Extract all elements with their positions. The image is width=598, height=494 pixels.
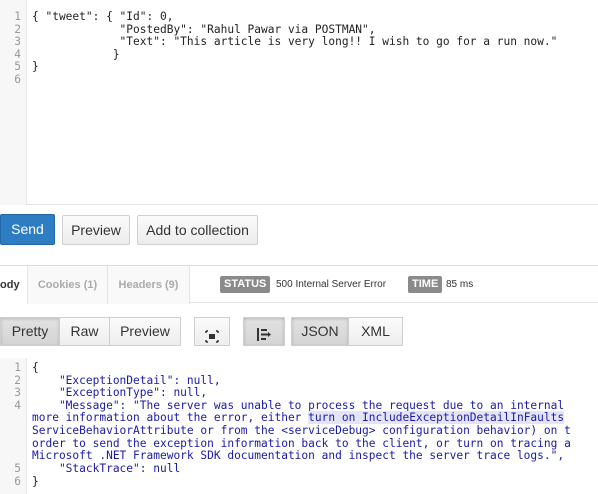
add-to-collection-button[interactable]: Add to collection — [137, 215, 258, 245]
line-number: 1 — [14, 361, 21, 374]
time-badge: TIME — [408, 276, 443, 293]
json-button[interactable]: JSON — [291, 317, 349, 346]
highlighted-text: turn on IncludeExceptionDetailInFaults — [308, 411, 565, 425]
response-preview-button[interactable]: Preview — [109, 317, 181, 346]
line-number: 6 — [14, 73, 21, 86]
xml-button[interactable]: XML — [348, 317, 403, 346]
pretty-button[interactable]: Pretty — [0, 317, 60, 346]
code-text: more information about the error, either — [32, 411, 309, 425]
raw-button[interactable]: Raw — [59, 317, 110, 346]
fullscreen-button[interactable] — [194, 317, 230, 346]
code-line: "ExceptionType": null, — [32, 386, 208, 400]
response-header: ody Cookies (1) Headers (9) STATUS 500 I… — [0, 265, 598, 304]
code-line: { "tweet": { "Id": 0, — [32, 10, 174, 23]
code-line: Microsoft .NET Framework SDK documentati… — [32, 449, 565, 463]
line-number: 4 — [14, 398, 21, 412]
code-line: "Text": "This article is very long!! I w… — [32, 35, 558, 49]
status-value: 500 Internal Server Error — [276, 279, 387, 290]
line-number: 6 — [14, 474, 21, 488]
code-line: } — [32, 60, 39, 74]
code-line: } — [32, 474, 39, 488]
line-number: 3 — [14, 386, 21, 400]
time-value: 85 ms — [446, 279, 474, 290]
wrap-lines-icon — [256, 324, 272, 351]
code-line: { — [32, 361, 39, 374]
line-number: 5 — [14, 462, 21, 475]
code-line: } — [32, 47, 120, 61]
line-number: 3 — [14, 35, 21, 49]
code-line: ServiceBehaviorAttribute or from the <se… — [32, 424, 571, 437]
request-body-editor[interactable]: 1 2 3 4 5 6 { "tweet": { "Id": 0, "Poste… — [0, 0, 598, 205]
response-line-gutter: 1 2 3 4 5 6 — [0, 358, 27, 494]
tab-body[interactable]: ody — [0, 266, 28, 304]
tab-headers[interactable]: Headers (9) — [108, 266, 190, 304]
line-number: 1 — [14, 10, 21, 23]
request-line-gutter: 1 2 3 4 5 6 — [0, 0, 27, 205]
tab-cookies[interactable]: Cookies (1) — [28, 266, 108, 304]
fullscreen-icon — [205, 325, 219, 352]
wrap-lines-button[interactable] — [243, 317, 285, 346]
preview-button[interactable]: Preview — [62, 215, 130, 245]
status-badge: STATUS — [220, 276, 271, 293]
code-line: "StackTrace": null — [32, 462, 181, 475]
response-body-viewer[interactable]: 1 2 3 4 5 6 { "ExceptionDetail": null, "… — [0, 358, 598, 494]
send-button[interactable]: Send — [0, 214, 55, 245]
